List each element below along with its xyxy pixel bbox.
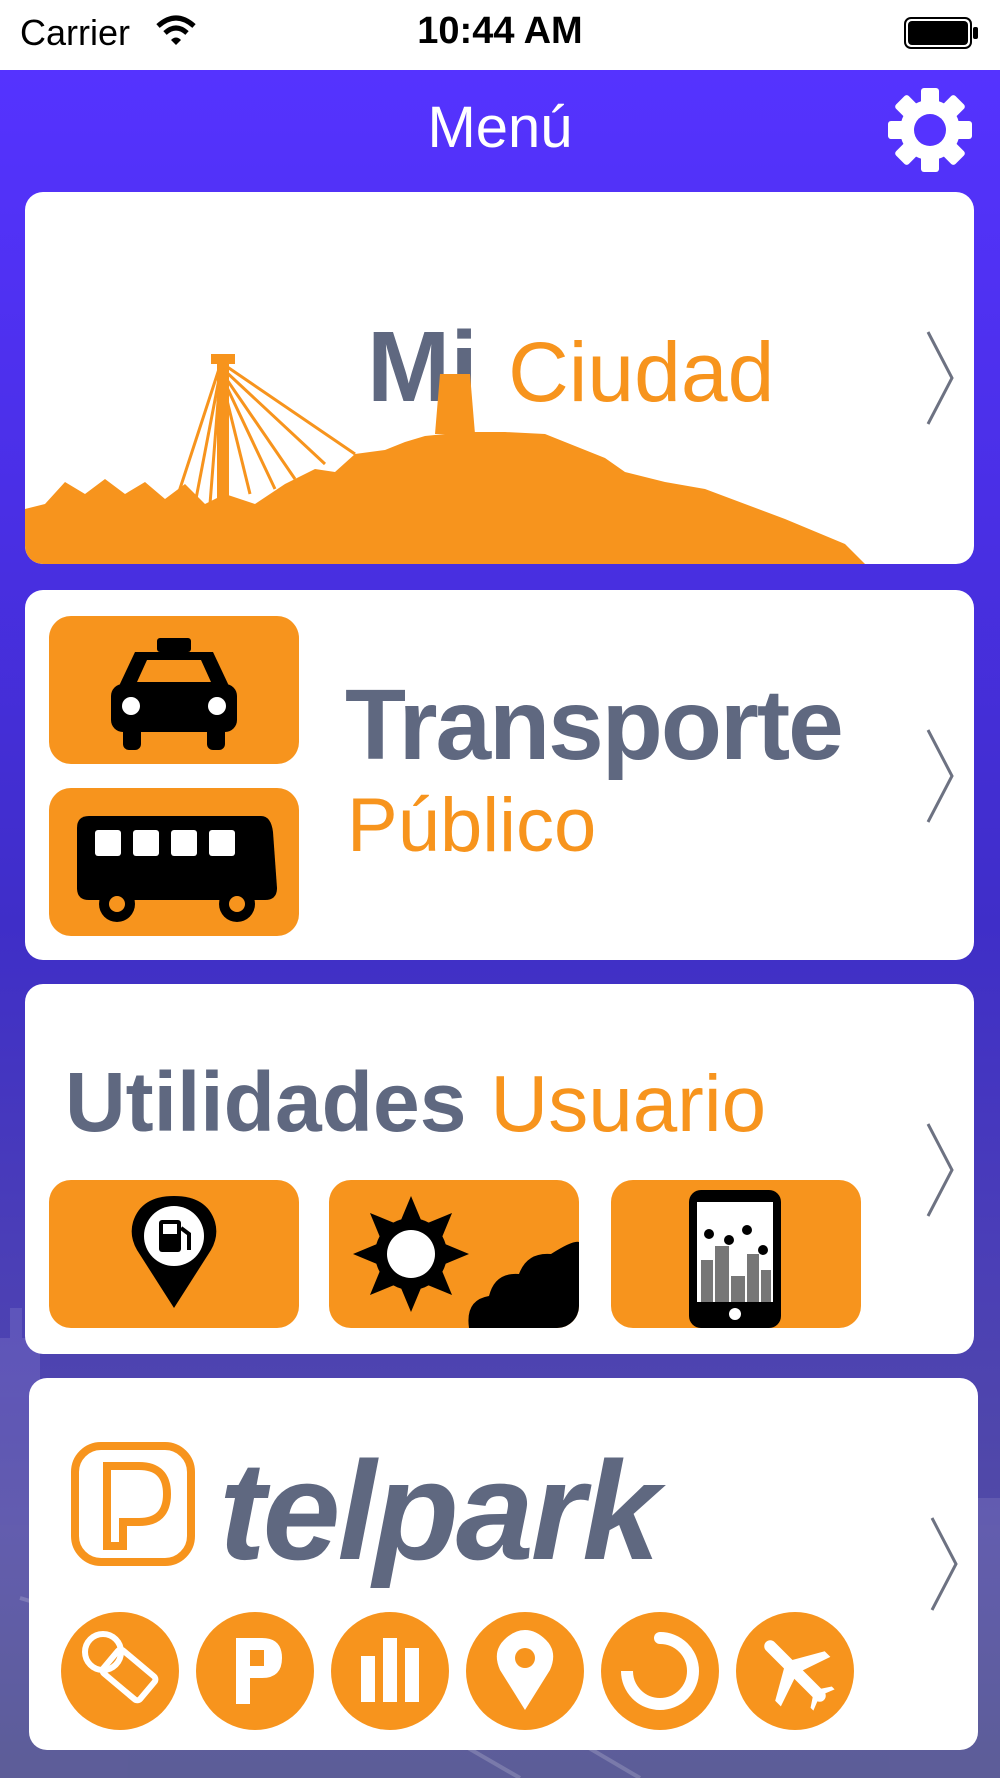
airport-button[interactable] (736, 1612, 854, 1730)
weather-tile (329, 1180, 579, 1328)
taxi-icon (111, 638, 237, 750)
gas-station-tile (49, 1180, 299, 1328)
taxi-tile (49, 616, 299, 764)
parking-button[interactable] (196, 1612, 314, 1730)
location-button[interactable] (466, 1612, 584, 1730)
payment-ticket-icon (82, 1631, 159, 1704)
utilidades-usuario-word2: Usuario (490, 1059, 767, 1148)
chevron-right-icon (926, 729, 954, 823)
timer-icon (621, 1632, 699, 1710)
bus-icon (77, 816, 277, 922)
status-bar: Carrier 10:44 AM (0, 0, 1000, 70)
transporte-publico-word1: Transporte (345, 669, 844, 781)
chevron-right-icon (926, 331, 954, 425)
weather-icon (353, 1196, 579, 1328)
stats-button[interactable] (331, 1612, 449, 1730)
timer-button[interactable] (601, 1612, 719, 1730)
status-time: 10:44 AM (417, 10, 583, 52)
utilidades-usuario-title: Utilidades Usuario (65, 1054, 766, 1151)
parking-icon (236, 1638, 282, 1704)
utilidades-usuario-card[interactable]: Utilidades Usuario (25, 984, 974, 1354)
settings-button[interactable] (886, 86, 974, 174)
chevron-right-icon (930, 1517, 958, 1611)
telpark-logo-text: telpark (219, 1432, 660, 1589)
city-map-phone-icon (689, 1190, 781, 1328)
navigation-bar: Menú (0, 70, 1000, 190)
gas-station-pin-icon (131, 1196, 217, 1308)
page-title: Menú (427, 95, 573, 160)
stats-icon (361, 1638, 419, 1702)
transporte-publico-word2: Público (347, 783, 597, 868)
location-pin-icon (496, 1630, 554, 1710)
airplane-icon (764, 1640, 835, 1711)
bus-tile (49, 788, 299, 936)
city-map-tile (611, 1180, 861, 1328)
telpark-logo-mark (71, 1442, 195, 1566)
battery-icon (904, 16, 980, 55)
city-skyline-illustration (25, 354, 865, 564)
payment-ticket-button[interactable] (61, 1612, 179, 1730)
transporte-publico-card[interactable]: Transporte Público (25, 590, 974, 960)
chevron-right-icon (926, 1123, 954, 1217)
telpark-card[interactable]: telpark (29, 1378, 978, 1750)
mi-ciudad-card[interactable]: Mi Ciudad (25, 192, 974, 564)
utilidades-usuario-word1: Utilidades (65, 1055, 467, 1149)
gear-icon (888, 88, 972, 172)
